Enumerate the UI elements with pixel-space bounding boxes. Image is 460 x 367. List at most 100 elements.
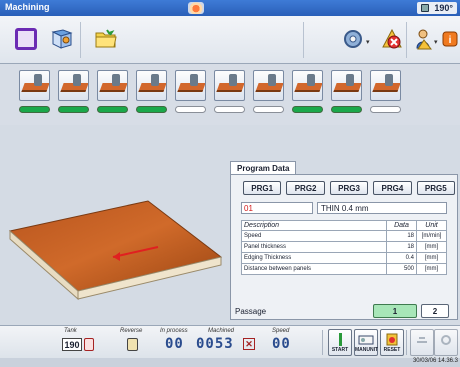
tool-group-5[interactable]: [175, 70, 206, 115]
speed-counter: 00: [272, 336, 291, 352]
manunit-button[interactable]: MANUNIT: [354, 329, 378, 356]
status-separator: [406, 330, 407, 355]
machined-counter: 0053: [196, 336, 234, 352]
window-title: Machining: [5, 2, 50, 12]
reset-button[interactable]: RESET: [380, 329, 404, 356]
tool-group-4[interactable]: [136, 70, 167, 115]
toolbar: ▾ ▾ i: [0, 16, 460, 64]
buffing-unit-icon: [292, 70, 323, 101]
temperature-indicator: 190°: [417, 2, 457, 14]
table-row[interactable]: Distance between panels 500 [mm]: [241, 263, 447, 275]
column-header-unit: Unit: [416, 220, 447, 231]
row-unit: [mm]: [416, 252, 447, 264]
program-name-field[interactable]: THIN 0.4 mm: [317, 202, 447, 214]
tool-status-indicator: [331, 106, 362, 113]
title-bar: Machining 190°: [0, 0, 460, 16]
tank-thermometer-icon: [84, 338, 94, 351]
alarm-error-icon[interactable]: [381, 28, 403, 50]
end-trim-unit-icon: [97, 70, 128, 101]
tool-group-8[interactable]: [292, 70, 323, 115]
start-icon: [329, 332, 351, 347]
cycle-button[interactable]: [434, 329, 458, 356]
in-process-label: In process: [160, 328, 188, 334]
tool-status-indicator: [292, 106, 323, 113]
table-row[interactable]: Panel thickness 18 [mm]: [241, 241, 447, 253]
tool-status-indicator: [253, 106, 284, 113]
reset-counter-x-icon[interactable]: ✕: [243, 338, 255, 350]
reset-icon: [381, 332, 403, 347]
scraper-unit-icon: [214, 70, 245, 101]
row-data-value[interactable]: 500: [386, 263, 417, 275]
row-data-value[interactable]: 18: [386, 241, 417, 253]
reset-label: RESET: [383, 347, 401, 353]
status-separator: [322, 330, 323, 355]
tool-group-7[interactable]: [253, 70, 284, 115]
table-header-row: Description Data Unit: [241, 220, 447, 231]
tank-label: Tank: [64, 328, 77, 334]
tool-status-indicator: [58, 106, 89, 113]
tool-status-indicator: [136, 106, 167, 113]
prg1-button[interactable]: PRG1: [243, 181, 282, 195]
prg5-button[interactable]: PRG5: [416, 181, 456, 195]
tool-group-9[interactable]: [331, 70, 362, 115]
book-icon[interactable]: [50, 27, 73, 49]
tool-status-indicator: [214, 106, 245, 113]
jog-button[interactable]: [410, 329, 434, 356]
passage-label: Passage: [235, 307, 267, 316]
tool-group-10[interactable]: [370, 70, 401, 115]
prg2-button[interactable]: PRG2: [286, 181, 325, 195]
reverse-icon[interactable]: [127, 338, 138, 351]
tab-program-data[interactable]: Program Data: [230, 161, 297, 175]
cycle-icon: [435, 332, 457, 347]
tool-group-3[interactable]: [97, 70, 128, 115]
svg-text:i: i: [449, 35, 452, 46]
passage-1-button[interactable]: 1: [373, 304, 417, 318]
row-data-value[interactable]: 18: [386, 230, 417, 242]
glue-unit-icon: [58, 70, 89, 101]
frame-icon[interactable]: [15, 28, 37, 50]
thermometer-icon: [421, 4, 429, 12]
row-data-value[interactable]: 0.4: [386, 252, 417, 264]
footer-bar: 30/03/06 14.36.3: [0, 358, 460, 367]
program-select-buttons: PRG1 PRG2 PRG3 PRG4 PRG5: [243, 181, 456, 195]
table-row[interactable]: Speed 18 [m/min]: [241, 230, 447, 242]
tool-group-1[interactable]: [19, 70, 50, 115]
temperature-value: 190°: [434, 3, 453, 13]
info-icon[interactable]: i: [442, 28, 458, 50]
grooving-unit-icon: [331, 70, 362, 101]
program-data-panel: Program Data PRG1 PRG2 PRG3 PRG4 PRG5 01…: [230, 161, 458, 325]
row-description: Edging Thickness: [241, 252, 387, 264]
status-bar: Tank 190 Reverse In process 00 Machined …: [0, 325, 460, 358]
machined-label: Machined: [208, 328, 235, 334]
tool-group-2[interactable]: [58, 70, 89, 115]
edge-bander-unit-icon: [19, 70, 50, 101]
user-dropdown-arrow-icon[interactable]: ▾: [434, 38, 438, 46]
prg3-button[interactable]: PRG3: [329, 181, 369, 195]
manual-unit-icon: [355, 332, 377, 347]
program-data-body: PRG1 PRG2 PRG3 PRG4 PRG5 01 THIN 0.4 mm …: [230, 174, 458, 320]
row-description: Panel thickness: [241, 241, 387, 253]
timestamp: 30/03/06 14.36.3: [412, 358, 458, 364]
tool-status-indicator: [97, 106, 128, 113]
program-number-field[interactable]: 01: [241, 202, 313, 214]
table-row[interactable]: Edging Thickness 0.4 [mm]: [241, 252, 447, 264]
passage-2-button[interactable]: 2: [421, 304, 449, 318]
manunit-label: MANUNIT: [355, 347, 379, 353]
settings-gear-icon[interactable]: [342, 28, 364, 50]
reverse-label: Reverse: [120, 328, 143, 334]
toolbar-separator: [303, 22, 304, 58]
toolbar-separator: [80, 22, 81, 58]
machine-status-icon[interactable]: [188, 2, 204, 14]
settings-dropdown-arrow-icon[interactable]: ▾: [366, 38, 370, 46]
tool-group-6[interactable]: [214, 70, 245, 115]
spray-unit-icon: [370, 70, 401, 101]
column-header-description: Description: [241, 220, 387, 231]
open-folder-icon[interactable]: [95, 29, 117, 51]
corner-rounding-unit-icon: [175, 70, 206, 101]
start-button[interactable]: START: [328, 329, 352, 356]
toolbar-separator: [406, 22, 407, 58]
glue-scraper-unit-icon: [253, 70, 284, 101]
row-unit: [mm]: [416, 241, 447, 253]
row-description: Speed: [241, 230, 387, 242]
prg4-button[interactable]: PRG4: [373, 181, 412, 195]
